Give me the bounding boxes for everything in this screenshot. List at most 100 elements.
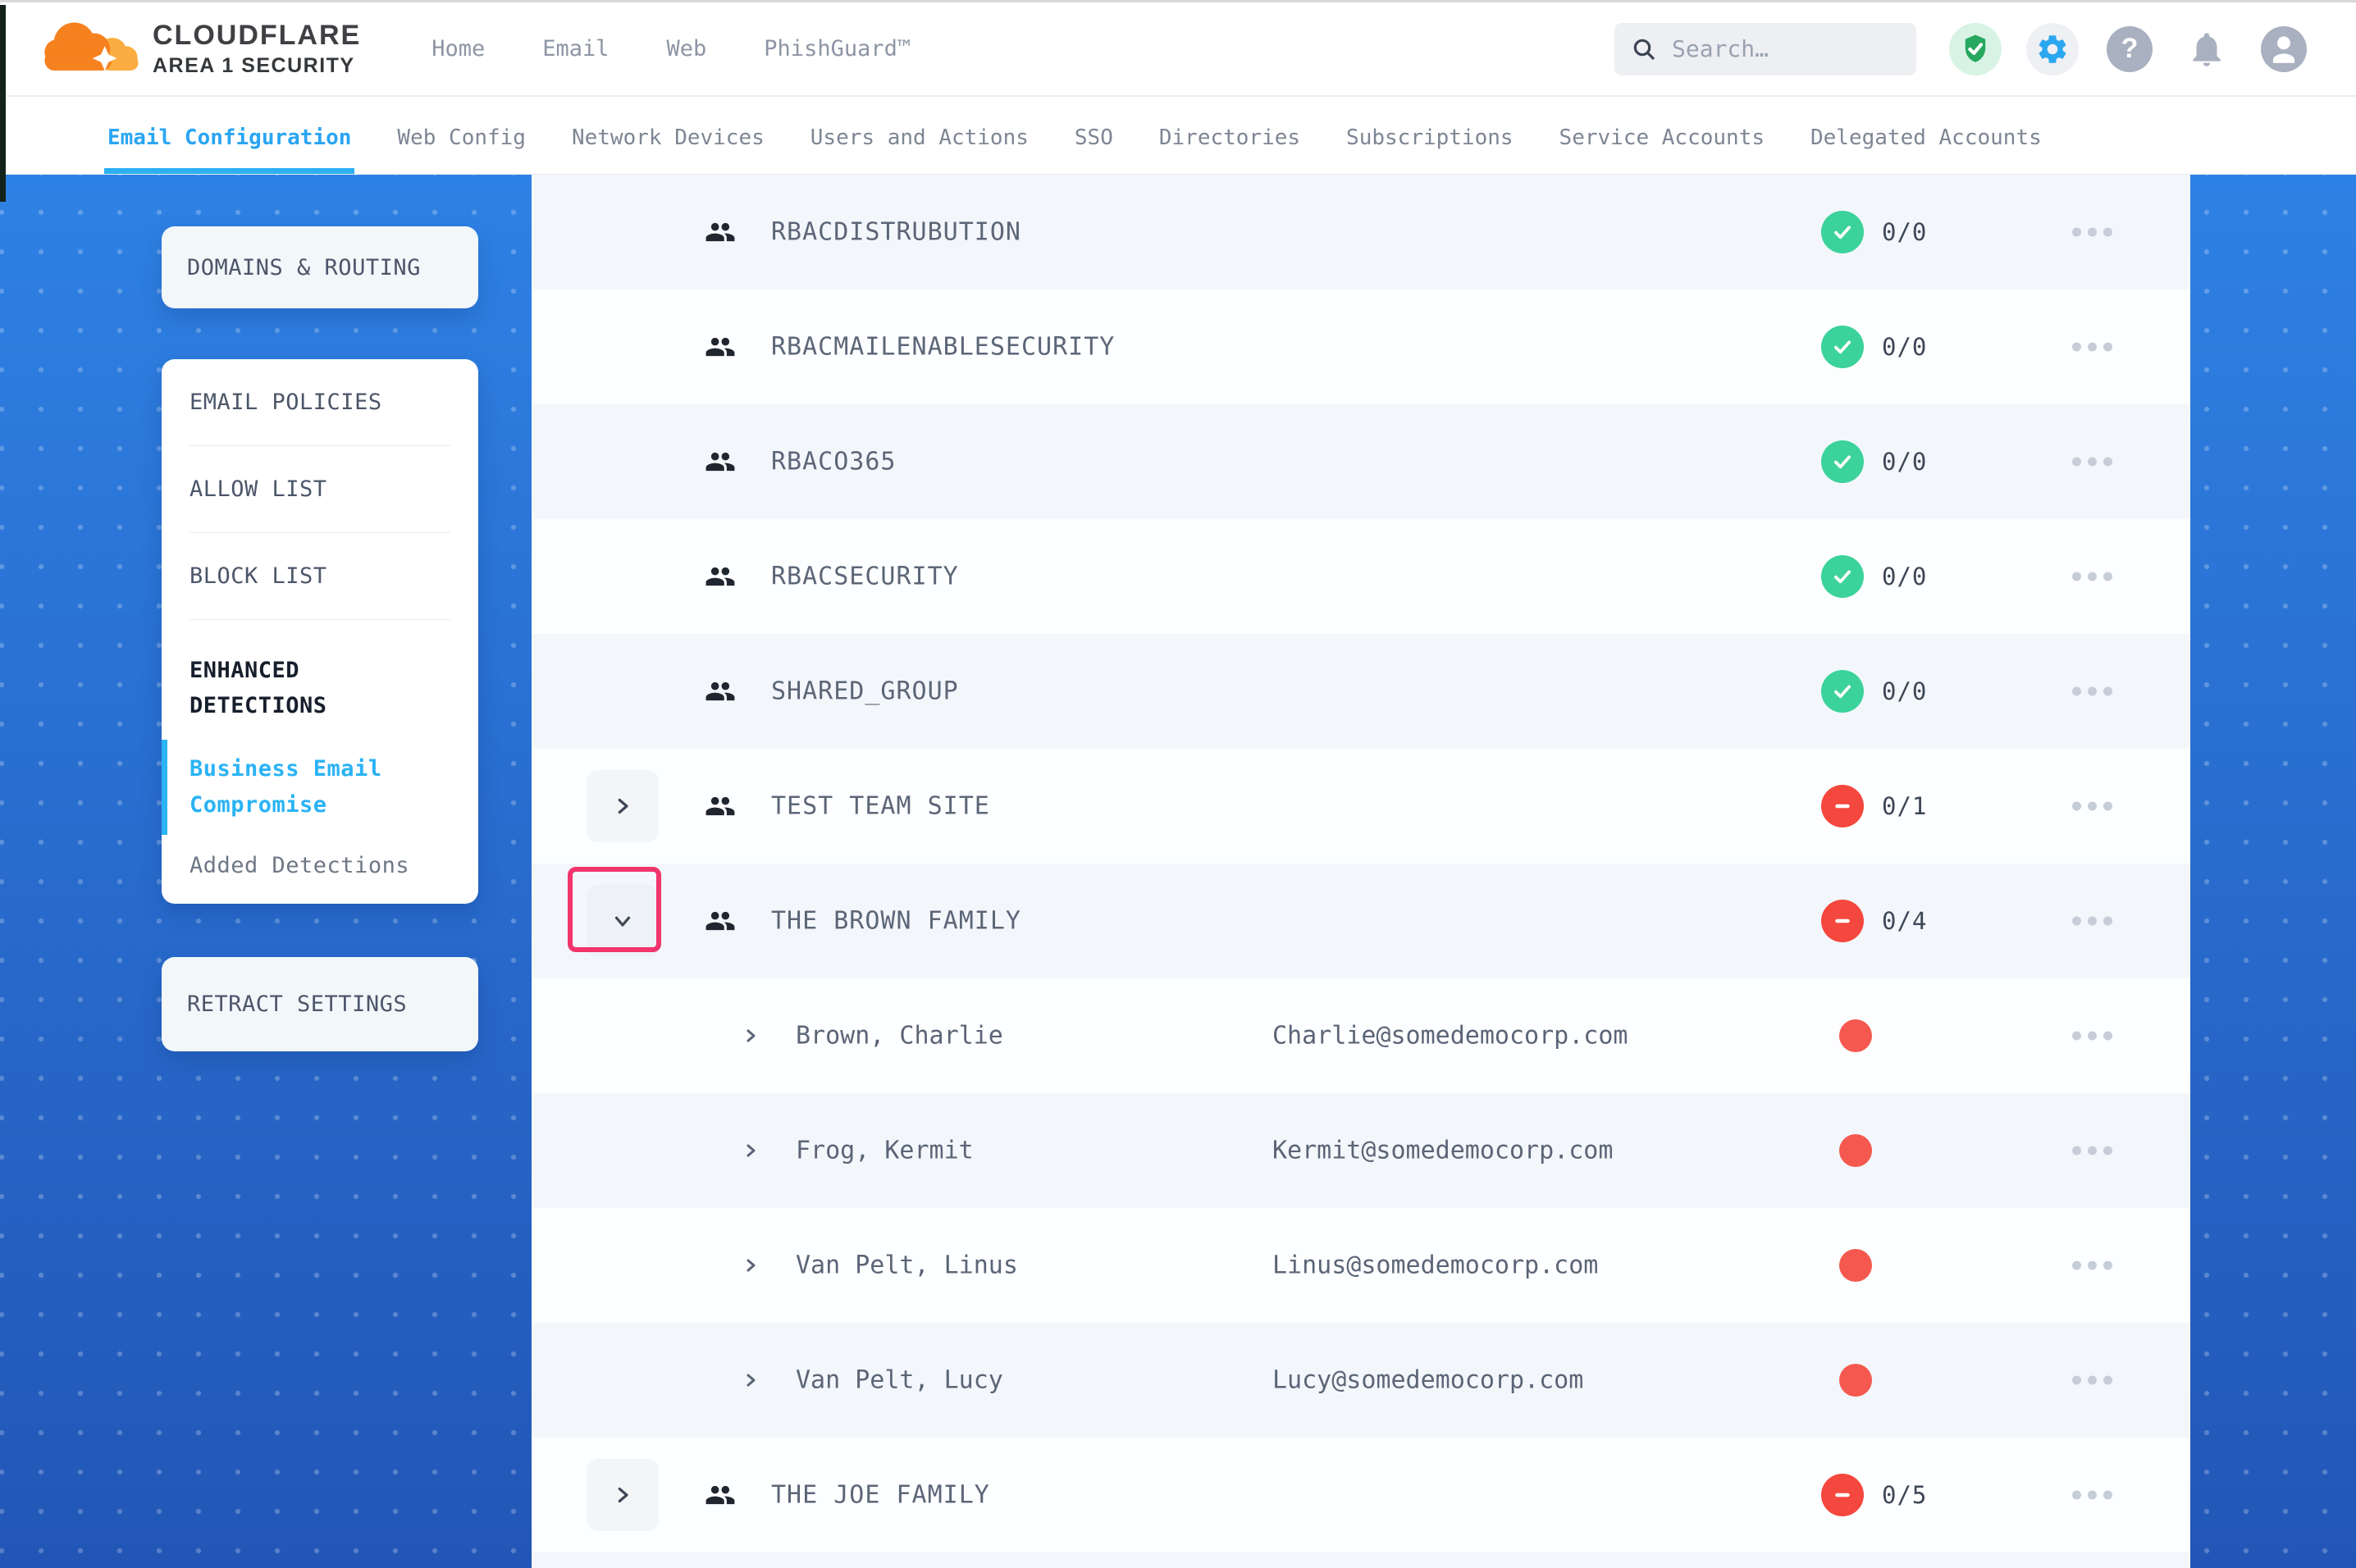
member-count: 0/0 [1882,677,1927,705]
tab-users-and-actions[interactable]: Users and Actions [810,101,1029,174]
alert-dot [1839,1364,1872,1397]
row-menu-button[interactable] [2072,802,2112,811]
table-row: RBACSECURITY 0/0 [532,519,2190,634]
sidebar-policies-card: EMAIL POLICIESALLOW LISTBLOCK LISTENHANC… [162,359,478,904]
group-people-icon [705,217,736,248]
user-icon[interactable] [2258,23,2310,75]
sidebar-item-added-detections[interactable]: Added Detections [189,843,450,911]
status-badge-ok [1821,555,1864,598]
tab-email-configuration[interactable]: Email Configuration [107,101,351,174]
row-menu-button[interactable] [2072,1146,2112,1155]
alert-dot [1839,1249,1872,1282]
shield-check-icon[interactable] [1949,23,2002,75]
header-nav-item[interactable]: PhishGuard™ [764,36,911,62]
row-menu-button[interactable] [2072,917,2112,926]
row-menu-button[interactable] [2072,1491,2112,1500]
member-chevron-icon[interactable] [741,1141,760,1160]
highlight-annotation-box [568,867,661,952]
header-nav-item[interactable]: Home [431,36,485,62]
logo-line1: CLOUDFLARE [153,20,361,52]
sidebar-item-email-policies[interactable]: EMAIL POLICIES [189,359,450,446]
status-badge-ok [1821,440,1864,483]
group-name: THE JOE FAMILY [771,1481,990,1510]
group-people-icon [705,676,736,707]
member-name: Van Pelt, Linus [796,1251,1018,1280]
row-menu-button[interactable] [2072,1261,2112,1270]
table-row [532,1552,2190,1568]
header-nav-item[interactable]: Web [667,36,707,62]
group-name: RBACDISTRUBUTION [771,218,1021,247]
expand-group-button[interactable] [587,770,659,842]
row-menu-button[interactable] [2072,572,2112,581]
group-name: RBACO365 [771,448,897,476]
group-name: TEST TEAM SITE [771,792,990,821]
group-people-icon [705,561,736,592]
row-menu-button[interactable] [2072,1032,2112,1041]
tab-service-accounts[interactable]: Service Accounts [1559,101,1765,174]
member-email: Charlie@somedemocorp.com [1272,1022,1628,1051]
tab-web-config[interactable]: Web Config [397,101,526,174]
member-chevron-icon[interactable] [741,1026,760,1046]
sidebar-item-domains-routing[interactable]: DOMAINS & ROUTING [162,226,478,308]
row-menu-button[interactable] [2072,1376,2112,1385]
cloudflare-logo[interactable]: CLOUDFLARE AREA 1 SECURITY [38,15,361,84]
table-row: SHARED_GROUP0/0 [532,634,2190,749]
status-badge-ok [1821,326,1864,368]
member-count: 0/0 [1882,563,1927,590]
sidebar-item-retract-settings[interactable]: RETRACT SETTINGS [162,957,478,1051]
row-menu-button[interactable] [2072,687,2112,696]
tab-network-devices[interactable]: Network Devices [572,101,765,174]
group-name: RBACSECURITY [771,563,959,591]
member-name: Brown, Charlie [796,1022,1003,1051]
sidebar-item-business-email-compromise[interactable]: Business Email Compromise [189,732,450,843]
table-row: TEST TEAM SITE 0/1 [532,749,2190,864]
tab-subscriptions[interactable]: Subscriptions [1346,101,1514,174]
group-people-icon [705,791,736,822]
expand-group-button[interactable] [587,1459,659,1531]
help-icon[interactable]: ? [2103,23,2156,75]
member-count: 0/0 [1882,448,1927,476]
member-name: Van Pelt, Lucy [796,1366,1003,1395]
alert-dot [1839,1134,1872,1167]
bell-icon[interactable] [2180,23,2233,75]
app-window: CLOUDFLARE AREA 1 SECURITY Home Email Web P… [0,0,2356,1568]
member-count: 0/0 [1882,333,1927,361]
table-row: Van Pelt, LucyLucy@somedemocorp.com [532,1323,2190,1438]
logo-text: CLOUDFLARE AREA 1 SECURITY [153,20,361,78]
group-people-icon [705,331,736,362]
row-menu-button[interactable] [2072,228,2112,237]
group-people-icon [705,905,736,937]
secondary-nav: Email Configuration Web Config Network Dev… [0,101,2356,175]
row-menu-button[interactable] [2072,343,2112,352]
gear-icon[interactable] [2026,23,2079,75]
cloudflare-cloud-icon [38,15,144,84]
sidebar-item-block-list[interactable]: BLOCK LIST [189,533,450,620]
member-count: 0/1 [1882,792,1927,820]
table-row: Brown, Charlie Charlie@somedemocorp.com [532,978,2190,1093]
table-row: RBACO365 0/0 [532,404,2190,519]
table-row: RBACMAILENABLESECURITY0/0 [532,289,2190,404]
tab-directories[interactable]: Directories [1159,101,1300,174]
status-badge-blocked [1821,785,1864,827]
header-nav: Home Email Web PhishGuard™ [431,36,911,62]
sidebar-domains-label: DOMAINS & ROUTING [187,255,421,280]
tab-sso[interactable]: SSO [1075,101,1113,174]
search-icon [1631,36,1657,62]
sidebar-item-allow-list[interactable]: ALLOW LIST [189,446,450,533]
table-row: THE BROWN FAMILY0/4 [532,864,2190,978]
table-row: Van Pelt, LinusLinus@somedemocorp.com [532,1208,2190,1323]
table-row: THE JOE FAMILY0/5 [532,1438,2190,1552]
member-chevron-icon[interactable] [741,1256,760,1275]
header-nav-item[interactable]: Email [542,36,609,62]
status-badge-blocked [1821,900,1864,942]
tab-delegated-accounts[interactable]: Delegated Accounts [1810,101,2042,174]
table-row: Frog, KermitKermit@somedemocorp.com [532,1093,2190,1208]
sidebar-retract-label: RETRACT SETTINGS [187,991,407,1017]
member-chevron-icon[interactable] [741,1370,760,1390]
search-bar[interactable] [1614,23,1916,75]
row-menu-button[interactable] [2072,458,2112,467]
search-input[interactable] [1670,34,1883,63]
status-badge-ok [1821,211,1864,253]
status-badge-blocked [1821,1474,1864,1516]
groups-table: RBACDISTRUBUTION0/0RBACMAILENABLESECURIT… [532,175,2190,1568]
